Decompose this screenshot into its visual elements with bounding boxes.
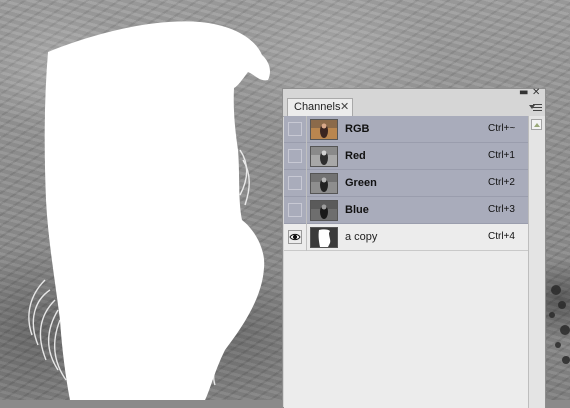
channel-row-green[interactable]: Green Ctrl+2 <box>284 170 528 197</box>
channel-shortcut: Ctrl+3 <box>488 204 515 215</box>
channel-row-red[interactable]: Red Ctrl+1 <box>284 143 528 170</box>
channel-thumbnail <box>310 200 338 221</box>
tab-channels[interactable]: Channels ✕ <box>287 98 353 116</box>
minimize-icon[interactable]: ▬ <box>519 88 528 98</box>
channels-panel: ▬ ✕ Channels ✕ RGB Ctrl+~ Red Ctrl+1 Gre… <box>282 88 546 408</box>
vertical-scrollbar[interactable] <box>528 116 545 408</box>
tab-close-icon[interactable]: ✕ <box>340 99 349 116</box>
divider <box>306 143 307 170</box>
channel-thumbnail <box>310 227 338 248</box>
channel-name: RGB <box>345 123 370 135</box>
visibility-toggle[interactable] <box>288 122 302 136</box>
divider <box>306 170 307 197</box>
channel-name: a copy <box>345 231 378 243</box>
channel-shortcut: Ctrl+~ <box>488 123 516 134</box>
divider <box>306 197 307 224</box>
visibility-toggle[interactable] <box>288 203 302 217</box>
channel-name: Green <box>345 177 377 189</box>
divider <box>306 116 307 143</box>
close-panel-icon[interactable]: ✕ <box>532 88 540 98</box>
visibility-toggle[interactable] <box>288 149 302 163</box>
scroll-up-arrow-icon[interactable] <box>531 119 542 130</box>
channel-row-a-copy[interactable]: a copy Ctrl+4 <box>284 224 528 251</box>
channel-thumbnail <box>310 146 338 167</box>
channel-thumbnail <box>310 173 338 194</box>
divider <box>306 224 307 251</box>
channel-list: RGB Ctrl+~ Red Ctrl+1 Green Ctrl+2 Blue … <box>284 116 528 408</box>
channel-row-rgb[interactable]: RGB Ctrl+~ <box>284 116 528 143</box>
channel-name: Blue <box>345 204 369 216</box>
tab-label: Channels <box>294 101 341 113</box>
channel-thumbnail <box>310 119 338 140</box>
channel-row-blue[interactable]: Blue Ctrl+3 <box>284 197 528 224</box>
eye-icon[interactable] <box>288 230 302 244</box>
channel-shortcut: Ctrl+4 <box>488 231 515 242</box>
channel-name: Red <box>345 150 366 162</box>
panel-menu-icon[interactable] <box>529 102 543 114</box>
channel-shortcut: Ctrl+1 <box>488 150 515 161</box>
panel-tab-strip: Channels ✕ <box>283 98 545 117</box>
channel-shortcut: Ctrl+2 <box>488 177 515 188</box>
visibility-toggle[interactable] <box>288 176 302 190</box>
